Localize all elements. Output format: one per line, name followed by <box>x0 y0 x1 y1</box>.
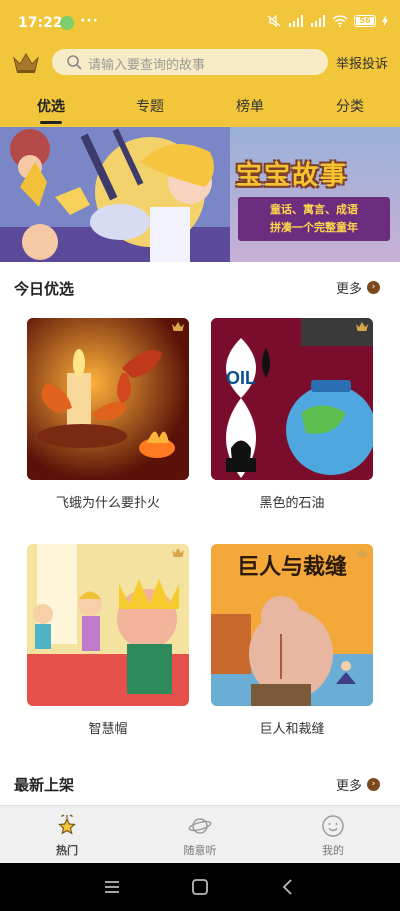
mute-icon <box>267 15 281 27</box>
story-title: 飞蛾为什么要扑火 <box>55 496 160 511</box>
system-nav-bar <box>0 863 400 911</box>
chevron-right-icon: › <box>367 778 381 791</box>
app-header: 17:22 ··· 56 请输入要查询的故事 举报投诉 优选 专题 榜单 分类 <box>0 0 400 127</box>
bottom-nav: 热门 随意听 我的 <box>0 805 400 863</box>
battery-level: 56 <box>356 17 374 25</box>
story-card-oil[interactable]: OIL 黑色的石油 <box>211 318 373 518</box>
tab-featured[interactable]: 优选 <box>37 96 65 116</box>
search-input[interactable]: 请输入要查询的故事 <box>52 49 328 75</box>
search-icon <box>67 55 82 70</box>
top-tabs: 优选 专题 榜单 分类 <box>0 96 400 127</box>
star-icon <box>58 814 76 835</box>
oil-art-text: OIL <box>226 368 256 388</box>
more-notifications-icon: ··· <box>80 13 99 29</box>
story-title: 巨人和裁缝 <box>259 722 325 737</box>
menu-icon[interactable] <box>102 877 122 897</box>
more-today-button[interactable]: 更多 › <box>336 278 381 297</box>
nav-shuffle-listen[interactable]: 随意听 <box>160 814 240 858</box>
vip-crown-badge-icon <box>172 548 184 557</box>
notification-app-icon <box>60 16 74 30</box>
story-thumbnail: OIL <box>211 318 373 480</box>
report-button[interactable]: 举报投诉 <box>336 53 388 72</box>
vip-crown-badge-icon <box>172 322 184 331</box>
tab-categories[interactable]: 分类 <box>336 96 364 116</box>
signal-2-icon <box>311 15 325 27</box>
banner-illustration <box>0 127 230 262</box>
banner-title: 宝宝故事 <box>236 161 349 191</box>
battery-icon: 56 <box>354 15 376 27</box>
chevron-right-icon: › <box>367 281 381 294</box>
vip-crown-badge-icon <box>356 322 368 331</box>
story-thumbnail <box>27 544 189 706</box>
banner-subtitle-line2: 拼凑一个完整童年 <box>270 221 358 234</box>
nav-me-label: 我的 <box>322 844 344 857</box>
tab-rankings[interactable]: 榜单 <box>236 96 264 116</box>
status-bar: 17:22 ··· 56 <box>0 0 400 40</box>
nav-me[interactable]: 我的 <box>293 814 373 858</box>
nav-hot[interactable]: 热门 <box>27 814 107 858</box>
back-icon[interactable] <box>278 877 298 897</box>
tab-topics[interactable]: 专题 <box>136 96 164 116</box>
banner-text-panel <box>230 127 400 262</box>
status-time: 17:22 <box>18 15 63 31</box>
section-title-new: 最新上架 <box>14 776 75 794</box>
story-thumbnail <box>27 318 189 480</box>
section-title-today: 今日优选 <box>14 280 75 298</box>
crown-icon[interactable] <box>12 50 40 74</box>
story-card-moth[interactable]: 飞蛾为什么要扑火 <box>27 318 189 518</box>
story-card-giant-tailor[interactable]: 巨人与裁缝 巨人和裁缝 <box>211 544 373 744</box>
banner-subtitle: 童话、寓言、成语 拼凑一个完整童年 <box>238 197 390 241</box>
home-icon[interactable] <box>190 877 210 897</box>
more-today-label: 更多 <box>336 282 363 297</box>
search-placeholder: 请输入要查询的故事 <box>88 58 206 73</box>
nav-hot-label: 热门 <box>56 844 78 857</box>
smiley-icon <box>322 815 344 837</box>
more-new-button[interactable]: 更多 › <box>336 775 381 794</box>
main-content: 今日优选 更多 › 飞蛾为什么要扑火 OIL 黑色的石油 智慧帽 巨人与裁缝 巨… <box>0 262 400 805</box>
active-tab-indicator <box>40 121 62 124</box>
banner-subtitle-line1: 童话、寓言、成语 <box>270 203 358 216</box>
wifi-icon <box>332 15 348 27</box>
story-thumbnail: 巨人与裁缝 <box>211 544 373 706</box>
story-title: 智慧帽 <box>88 722 128 737</box>
vip-crown-badge-icon <box>356 548 368 557</box>
planet-icon <box>188 818 212 834</box>
promo-banner[interactable]: 宝宝故事 童话、寓言、成语 拼凑一个完整童年 <box>0 127 400 262</box>
story-card-wisdom-hat[interactable]: 智慧帽 <box>27 544 189 744</box>
nav-shuffle-label: 随意听 <box>183 844 217 857</box>
more-new-label: 更多 <box>336 779 363 794</box>
charging-icon <box>382 15 388 27</box>
signal-1-icon <box>289 15 303 27</box>
giant-art-text: 巨人与裁缝 <box>237 554 347 580</box>
story-title: 黑色的石油 <box>259 496 325 511</box>
